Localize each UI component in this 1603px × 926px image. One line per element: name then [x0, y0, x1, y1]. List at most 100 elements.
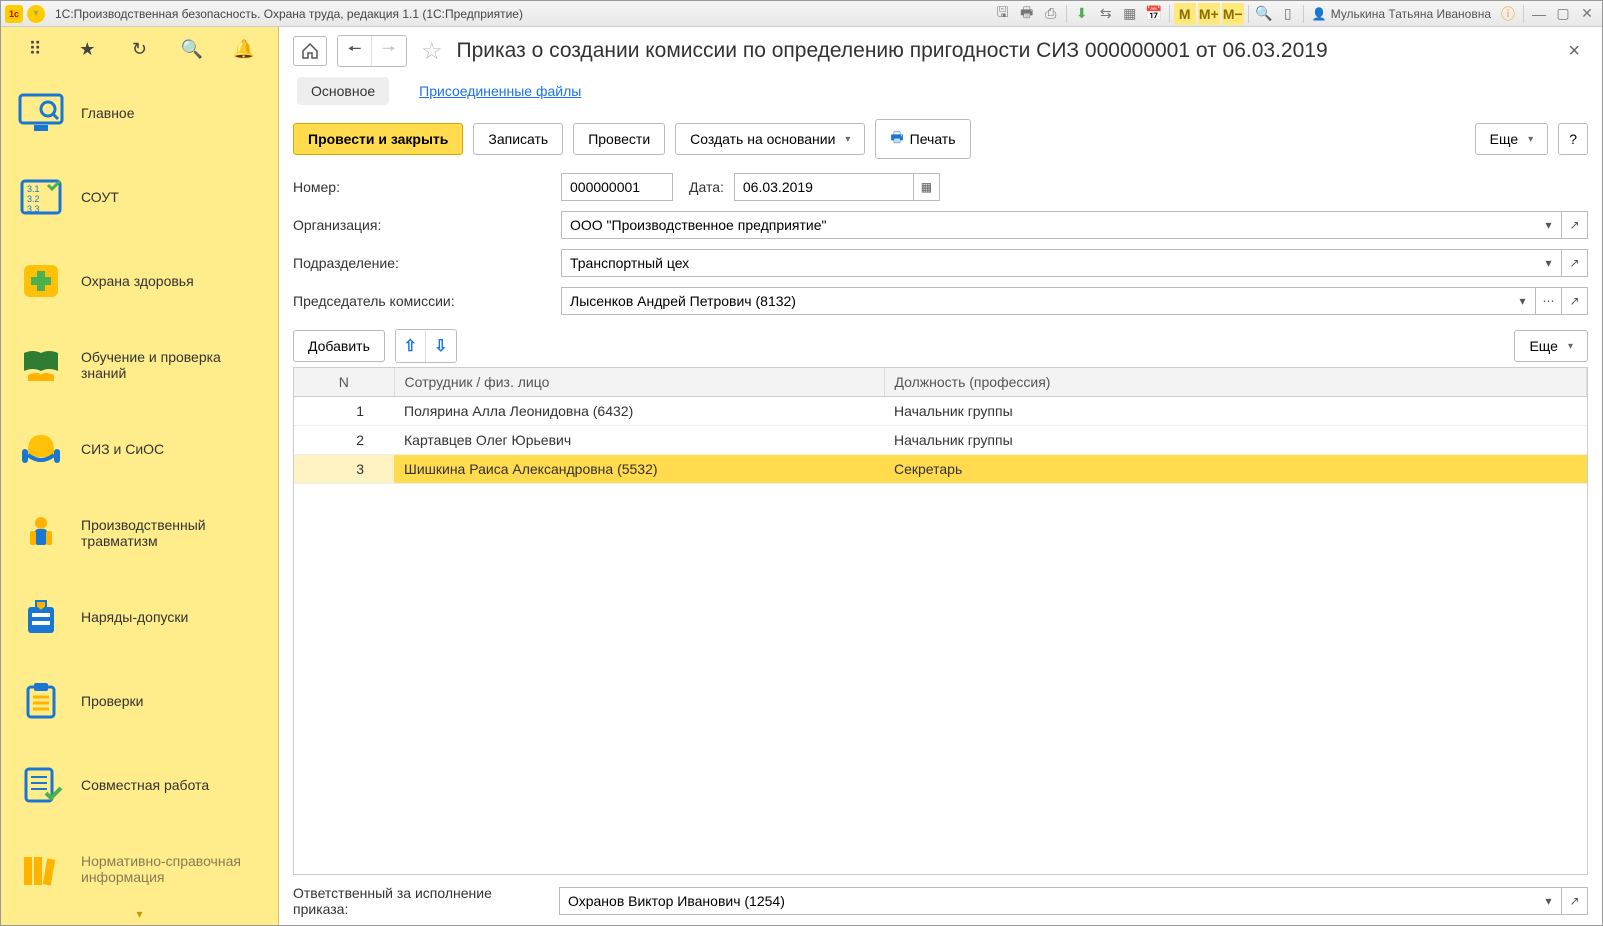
- svg-text:3.3: 3.3: [27, 204, 40, 214]
- favorite-star-icon[interactable]: ☆: [421, 37, 443, 66]
- create-based-on-button[interactable]: Создать на основании: [675, 123, 865, 155]
- current-user[interactable]: 👤 Мулькина Татьяна Ивановна: [1308, 7, 1495, 21]
- content-area: 🠔 🠖 ☆ Приказ о создании комиссии по опре…: [279, 27, 1602, 925]
- sidebar-item-label: Проверки: [81, 693, 143, 709]
- zoom-icon[interactable]: 🔍: [1253, 3, 1275, 25]
- m-icon[interactable]: M: [1174, 3, 1196, 25]
- tab-attached-files[interactable]: Присоединенные файлы: [405, 77, 595, 105]
- sidebar-item-label: Совместная работа: [81, 777, 209, 793]
- sidebar-item-health[interactable]: Охрана здоровья: [1, 239, 278, 323]
- sidebar-item-reference[interactable]: Нормативно-справочная информация: [1, 827, 278, 903]
- print-button[interactable]: 🖶 Печать: [875, 119, 970, 159]
- cell-n: 2: [294, 426, 394, 455]
- close-tab-icon[interactable]: ×: [1560, 40, 1588, 63]
- department-input[interactable]: [561, 249, 1536, 277]
- save-button[interactable]: Записать: [473, 123, 563, 155]
- col-n[interactable]: N: [294, 368, 394, 397]
- helmet-icon: [17, 425, 65, 473]
- dropdown-icon[interactable]: ▾: [1536, 249, 1562, 277]
- cell-person: Картавцев Олег Юрьевич: [394, 426, 884, 455]
- svg-text:3.2: 3.2: [27, 194, 40, 204]
- table-row[interactable]: 3 Шишкина Раиса Александровна (5532) Сек…: [294, 455, 1587, 484]
- post-button[interactable]: Провести: [573, 123, 665, 155]
- dropdown-icon[interactable]: ▾: [1536, 887, 1562, 915]
- window-title: 1С:Производственная безопасность. Охрана…: [55, 7, 523, 21]
- search-icon[interactable]: 🔍: [178, 35, 206, 63]
- post-and-close-button[interactable]: Провести и закрыть: [293, 123, 463, 155]
- arrow-down-green-icon[interactable]: ⬇: [1071, 3, 1093, 25]
- sidebar-expand-icon[interactable]: ▾: [1, 903, 278, 925]
- date-input[interactable]: [734, 173, 914, 201]
- history-icon[interactable]: ↻: [125, 35, 153, 63]
- sidebar-item-label: Охрана здоровья: [81, 273, 194, 289]
- app-menu-icon[interactable]: ▾: [27, 5, 45, 23]
- calculator-icon[interactable]: ▦: [1119, 3, 1141, 25]
- info-icon[interactable]: ⓘ: [1497, 3, 1519, 25]
- sidebar-item-label: Наряды-допуски: [81, 609, 188, 625]
- titlebar: 1c ▾ 1С:Производственная безопасность. О…: [1, 1, 1602, 27]
- bell-icon[interactable]: 🔔: [230, 35, 258, 63]
- sidebar-item-permits[interactable]: Наряды-допуски: [1, 575, 278, 659]
- cell-n: 3: [294, 455, 394, 484]
- number-input[interactable]: [561, 173, 673, 201]
- sidebar-item-injury[interactable]: Производственный травматизм: [1, 491, 278, 575]
- preview-icon[interactable]: ⎙: [1040, 3, 1062, 25]
- move-down-button[interactable]: ⇩: [426, 330, 456, 362]
- sidebar-item-main[interactable]: Главное: [1, 71, 278, 155]
- dropdown-icon[interactable]: ▾: [1510, 287, 1536, 315]
- calendar-picker-icon[interactable]: ▦: [914, 173, 940, 201]
- cell-person: Полярина Алла Леонидовна (6432): [394, 397, 884, 426]
- m-plus-icon[interactable]: M+: [1198, 3, 1220, 25]
- app-logo-icon: 1c: [5, 5, 23, 23]
- apps-icon[interactable]: ⠿: [21, 35, 49, 63]
- compare-icon[interactable]: ⇆: [1095, 3, 1117, 25]
- sidebar-item-siz[interactable]: СИЗ и СиОС: [1, 407, 278, 491]
- back-button[interactable]: 🠔: [338, 36, 372, 66]
- sidebar-item-label: Обучение и проверка знаний: [81, 349, 251, 381]
- help-button[interactable]: ?: [1558, 123, 1588, 155]
- home-button[interactable]: [293, 36, 327, 66]
- star-icon[interactable]: ★: [73, 35, 101, 63]
- minimize-icon[interactable]: —: [1528, 3, 1550, 25]
- sidebar-item-label: Производственный травматизм: [81, 517, 251, 549]
- sidebar-item-label: Главное: [81, 105, 135, 121]
- open-ref-icon[interactable]: ↗: [1562, 887, 1588, 915]
- date-label: Дата:: [689, 179, 724, 195]
- open-ref-icon[interactable]: ↗: [1562, 287, 1588, 315]
- sidebar-item-collab[interactable]: Совместная работа: [1, 743, 278, 827]
- ellipsis-icon[interactable]: ⋯: [1536, 287, 1562, 315]
- add-row-button[interactable]: Добавить: [293, 330, 385, 362]
- cell-position: Начальник группы: [884, 397, 1587, 426]
- more-button[interactable]: Еще: [1475, 123, 1549, 155]
- col-person[interactable]: Сотрудник / физ. лицо: [394, 368, 884, 397]
- responsible-input[interactable]: [559, 887, 1536, 915]
- sidebar-item-label: СОУТ: [81, 189, 119, 205]
- table-row[interactable]: 1 Полярина Алла Леонидовна (6432) Началь…: [294, 397, 1587, 426]
- cell-position: Секретарь: [884, 455, 1587, 484]
- table-more-button[interactable]: Еще: [1514, 330, 1588, 362]
- table-row[interactable]: 2 Картавцев Олег Юрьевич Начальник групп…: [294, 426, 1587, 455]
- col-position[interactable]: Должность (профессия): [884, 368, 1587, 397]
- forward-button[interactable]: 🠖: [372, 36, 406, 66]
- close-window-icon[interactable]: ✕: [1576, 3, 1598, 25]
- sidebar-item-checks[interactable]: Проверки: [1, 659, 278, 743]
- maximize-icon[interactable]: ▢: [1552, 3, 1574, 25]
- panel-icon[interactable]: ▯: [1277, 3, 1299, 25]
- open-ref-icon[interactable]: ↗: [1562, 211, 1588, 239]
- print-icon[interactable]: 🖶: [1016, 3, 1038, 25]
- calendar-icon[interactable]: 📅: [1143, 3, 1165, 25]
- user-icon: 👤: [1312, 7, 1327, 21]
- m-minus-icon[interactable]: M−: [1222, 3, 1244, 25]
- chairman-input[interactable]: [561, 287, 1510, 315]
- dropdown-icon[interactable]: ▾: [1536, 211, 1562, 239]
- open-ref-icon[interactable]: ↗: [1562, 249, 1588, 277]
- save-file-icon[interactable]: 🖫: [992, 3, 1014, 25]
- sidebar-item-training[interactable]: Обучение и проверка знаний: [1, 323, 278, 407]
- organization-input[interactable]: [561, 211, 1536, 239]
- injury-icon: [17, 509, 65, 557]
- move-up-button[interactable]: ⇧: [396, 330, 426, 362]
- sidebar-item-sout[interactable]: 3.13.23.3 СОУТ: [1, 155, 278, 239]
- tab-main[interactable]: Основное: [297, 77, 389, 105]
- svg-text:3.1: 3.1: [27, 184, 40, 194]
- list-check-icon: 3.13.23.3: [17, 173, 65, 221]
